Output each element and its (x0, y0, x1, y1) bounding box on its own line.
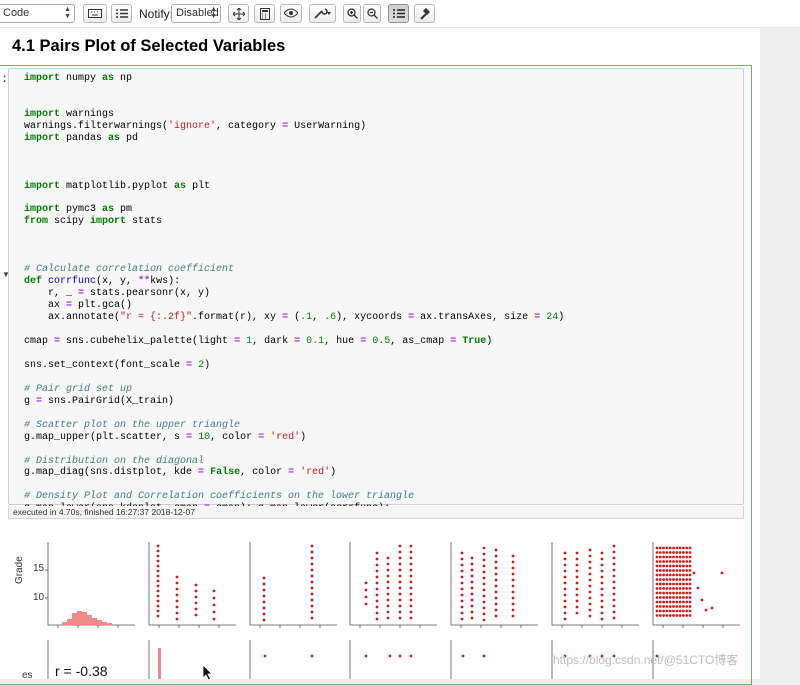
mouse-cursor-icon (202, 664, 213, 681)
cell-type-value: Code (3, 7, 30, 19)
correlation-annotation: r = -0.38 (55, 663, 108, 679)
zoom-in-button[interactable] (343, 4, 361, 23)
y-tick-label: 15 (33, 563, 45, 574)
code-text[interactable]: import numpy as np import warnings warni… (24, 73, 564, 515)
build-button[interactable] (414, 4, 435, 23)
select-arrows-icon: ▲ ▼ (210, 6, 217, 20)
notebook-toolbar: Code ▲ ▼ Notify: Disabled ▲ ▼ (0, 0, 800, 28)
y-axis-label-grade: Grade (14, 556, 25, 584)
calculator-button[interactable] (254, 4, 275, 23)
execution-info-bar: executed in 4.70s, finished 16:27:37 201… (8, 506, 744, 519)
keyboard-icon (88, 9, 102, 18)
command-palette-button[interactable] (111, 4, 132, 23)
hammer-icon (419, 8, 430, 20)
execution-time: executed in 4.70s, finished 16:27:37 201… (13, 507, 195, 517)
watermark: https://blog.csdn.net/@51CTO博客 (553, 653, 739, 667)
move-icon (232, 8, 245, 20)
zoom-out-button[interactable] (363, 4, 381, 23)
table-of-contents-icon (392, 9, 405, 18)
zoom-out-icon (366, 8, 378, 19)
scroll-gutter[interactable] (760, 28, 800, 679)
table-of-contents-button[interactable] (388, 4, 409, 23)
wrench-icon (313, 8, 331, 19)
y-tick-label: 10 (33, 592, 45, 603)
notify-select[interactable]: Disabled ▲ ▼ (171, 4, 221, 23)
calculator-icon (259, 8, 270, 20)
y-axis-label-partial: es (22, 670, 33, 681)
list-icon (115, 9, 128, 18)
notebook-page: 4.1 Pairs Plot of Selected Variables : i… (0, 28, 760, 685)
notify-label: Notify: (139, 7, 174, 21)
keyboard-shortcuts-button[interactable] (83, 4, 107, 23)
preview-button[interactable] (280, 4, 302, 23)
zoom-in-icon (346, 8, 358, 19)
tools-button[interactable] (309, 4, 336, 23)
code-editor[interactable]: import numpy as np import warnings warni… (8, 68, 744, 514)
section-heading: 4.1 Pairs Plot of Selected Variables (12, 37, 286, 55)
eye-icon (284, 8, 298, 18)
move-button[interactable] (228, 4, 249, 23)
select-arrows-icon: ▲ ▼ (64, 6, 71, 20)
fold-arrow-icon[interactable]: ▼ (2, 270, 10, 279)
cell-type-select[interactable]: Code ▲ ▼ (0, 4, 75, 23)
